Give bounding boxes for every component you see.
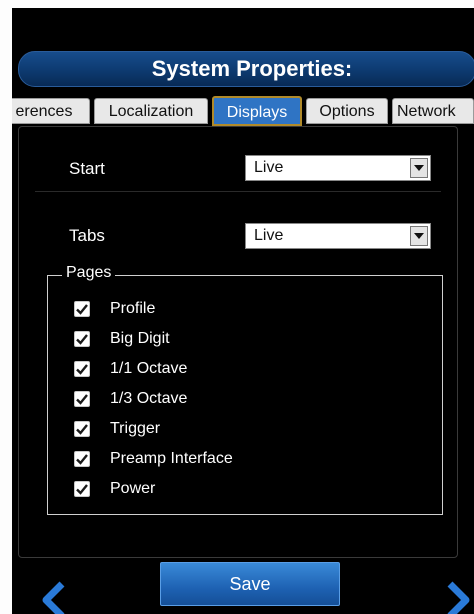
displays-panel: Start Live Tabs Live Pages Profile Big D… — [18, 126, 458, 558]
page-option-1-3-octave[interactable]: 1/3 Octave — [74, 388, 187, 410]
start-select[interactable]: Live — [245, 155, 431, 181]
tab-bar: erences Localization Displays Options Ne… — [12, 96, 474, 126]
page-option-big-digit[interactable]: Big Digit — [74, 328, 170, 350]
chevron-down-icon[interactable] — [410, 158, 428, 178]
checkmark-icon — [76, 394, 88, 405]
chevron-right-icon[interactable] — [444, 580, 472, 614]
checkbox[interactable] — [74, 481, 90, 497]
page-option-label: Trigger — [110, 420, 161, 437]
page-option-label: Preamp Interface — [110, 450, 233, 467]
page-option-label: Profile — [110, 300, 156, 317]
start-label: Start — [69, 159, 105, 178]
pages-fieldset: Pages Profile Big Digit 1/1 Octave 1/3 O… — [47, 264, 443, 515]
divider — [35, 191, 441, 192]
tab-label: erences — [15, 103, 73, 120]
tab-label: Displays — [226, 104, 288, 121]
checkbox[interactable] — [74, 391, 90, 407]
checkmark-icon — [76, 304, 88, 315]
page-option-label: 1/1 Octave — [110, 360, 188, 377]
tabs-label: Tabs — [69, 226, 105, 245]
page-option-label: 1/3 Octave — [110, 390, 188, 407]
device-screen: System Properties: erences Localization … — [12, 8, 474, 614]
checkbox[interactable] — [74, 301, 90, 317]
tabs-select[interactable]: Live — [245, 223, 431, 249]
checkbox[interactable] — [74, 421, 90, 437]
start-select-value: Live — [254, 159, 284, 176]
checkmark-icon — [76, 364, 88, 375]
page-option-1-1-octave[interactable]: 1/1 Octave — [74, 358, 187, 380]
page-option-trigger[interactable]: Trigger — [74, 418, 160, 440]
pages-legend: Pages — [62, 264, 116, 282]
page-option-label: Big Digit — [110, 330, 170, 347]
page-title: System Properties: — [18, 51, 474, 87]
page-option-power[interactable]: Power — [74, 478, 155, 500]
tab-localization[interactable]: Localization — [94, 98, 208, 124]
checkmark-icon — [76, 454, 88, 465]
checkmark-icon — [76, 424, 88, 435]
page-option-preamp-interface[interactable]: Preamp Interface — [74, 448, 233, 470]
footer-bar: Save — [12, 562, 474, 614]
tab-displays[interactable]: Displays — [212, 96, 302, 126]
tab-label: Network — [397, 103, 456, 120]
checkmark-icon — [76, 484, 88, 495]
save-button[interactable]: Save — [160, 562, 340, 606]
tab-label: Localization — [108, 103, 194, 120]
checkbox[interactable] — [74, 451, 90, 467]
chevron-left-icon[interactable] — [40, 580, 68, 614]
tab-options[interactable]: Options — [306, 98, 388, 124]
checkmark-icon — [76, 334, 88, 345]
page-option-profile[interactable]: Profile — [74, 298, 155, 320]
page-option-label: Power — [110, 480, 156, 497]
tabs-select-value: Live — [254, 227, 284, 244]
tab-label: Options — [319, 103, 375, 120]
checkbox[interactable] — [74, 361, 90, 377]
tab-preferences[interactable]: erences — [12, 98, 90, 124]
checkbox[interactable] — [74, 331, 90, 347]
tab-network[interactable]: Network — [392, 98, 474, 124]
chevron-down-icon[interactable] — [410, 226, 428, 246]
